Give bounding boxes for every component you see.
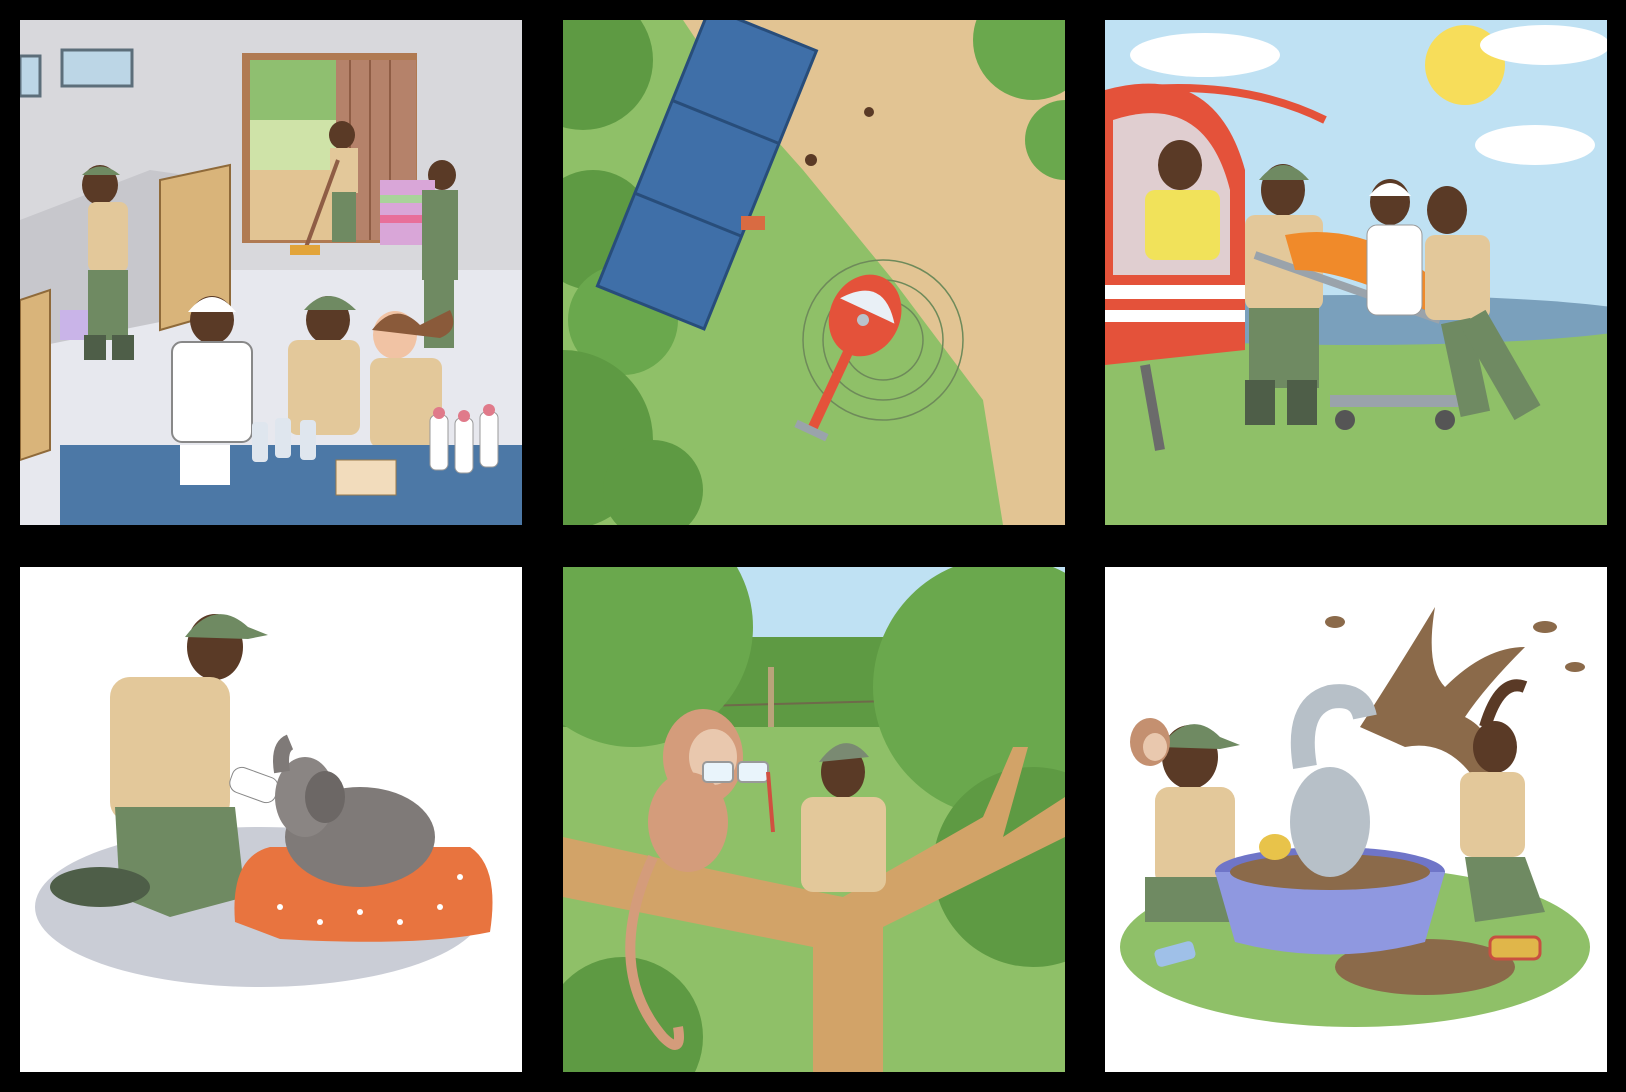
elephant-mud-bath-scene-illustration [1105, 567, 1607, 1072]
helicopter-aerial-scene-illustration [563, 20, 1065, 525]
panel-monkey-tree [563, 567, 1065, 1072]
panel-bottle-feeding [20, 567, 522, 1072]
monkey-on-branch-scene-illustration [563, 567, 1065, 1072]
nursery-scene-illustration [20, 20, 522, 525]
panel-nursery-kitchen [20, 20, 522, 525]
stretcher-rescue-scene-illustration [1105, 20, 1607, 525]
baby-elephant-feeding-scene-illustration [20, 567, 522, 1072]
panel-mud-bath [1105, 567, 1607, 1072]
panel-aerial-landing [563, 20, 1065, 525]
panel-helicopter-rescue [1105, 20, 1607, 525]
